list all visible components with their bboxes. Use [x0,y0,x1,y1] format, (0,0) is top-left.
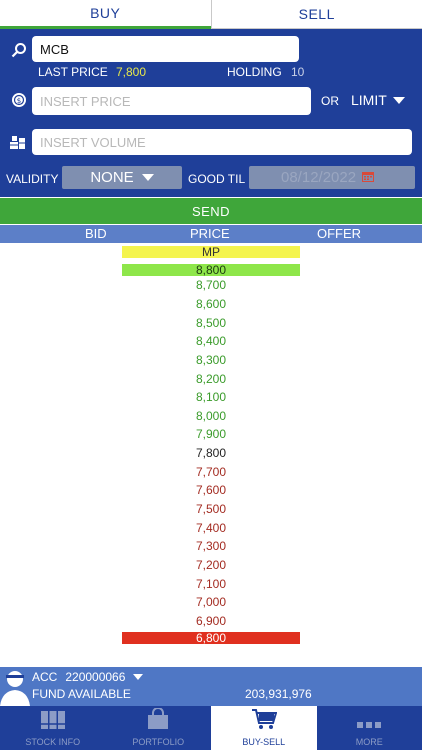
shopping-bag-icon [146,707,170,732]
price-level-row[interactable]: 6,800 [122,631,300,645]
offer-column-header: OFFER [317,226,362,241]
price-level-row[interactable]: 7,700 [122,462,300,481]
price-level-row[interactable]: 7,600 [122,481,300,500]
price-level-row[interactable]: 8,700 [122,276,300,295]
tab-sell[interactable]: SELL [210,0,422,29]
price-level-row[interactable]: 8,000 [122,406,300,425]
price-input[interactable]: INSERT PRICE [32,87,311,115]
price-level-row[interactable]: 7,800 [122,444,300,463]
symbol-input[interactable]: MCB [32,36,299,62]
price-column-header: PRICE [190,226,230,241]
or-label: OR [321,94,339,108]
order-type-dropdown[interactable]: LIMIT [351,92,405,108]
price-level-row[interactable]: 8,100 [122,388,300,407]
price-ladder: MP 8,800 8,700 8,600 8,500 8,400 8,300 8,200 8,… [122,245,300,645]
nav-buy-sell-label: BUY-SELL [242,737,286,747]
order-book-header: BID PRICE OFFER [0,225,422,243]
nav-stock-info-label: STOCK INFO [25,737,81,747]
price-level-row[interactable]: 7,100 [122,574,300,593]
volume-input[interactable]: INSERT VOLUME [32,129,412,155]
validity-value: NONE [90,169,134,186]
nav-portfolio[interactable]: PORTFOLIO [106,706,212,750]
calendar-icon [362,169,375,186]
price-level-row[interactable]: 8,800 [122,263,300,277]
validity-dropdown[interactable]: NONE [62,166,182,189]
price-level-row[interactable]: 7,400 [122,518,300,537]
chevron-down-icon [133,674,144,680]
price-level-row[interactable]: 7,900 [122,425,300,444]
price-level-row[interactable]: 8,300 [122,351,300,370]
price-level-row[interactable]: 8,400 [122,332,300,351]
coin-icon: $ [9,90,29,110]
price-level-row[interactable]: 8,500 [122,313,300,332]
account-selector[interactable]: ACC 220000066 [32,670,144,684]
nav-portfolio-label: PORTFOLIO [132,737,185,747]
more-dots-icon [356,720,382,732]
price-level-row[interactable]: 7,500 [122,500,300,519]
order-type-value: LIMIT [351,92,387,108]
nav-more[interactable]: MORE [317,706,422,750]
chevron-down-icon [392,96,405,104]
price-level-row[interactable]: 8,200 [122,369,300,388]
nav-stock-info[interactable]: STOCK INFO [0,706,106,750]
last-price-label: LAST PRICE [38,65,108,79]
fund-available-label: FUND AVAILABLE [32,687,131,701]
price-level-row[interactable]: 7,300 [122,537,300,556]
price-level-row[interactable]: 6,900 [122,612,300,631]
price-level-row[interactable]: 7,000 [122,593,300,612]
shopping-cart-icon [251,708,278,732]
coins-stack-icon [8,132,28,152]
order-side-tabs: BUY SELL [0,0,422,29]
svg-text:$: $ [17,97,21,105]
account-number: 220000066 [65,670,126,684]
good-til-date-field[interactable]: 08/12/2022 [249,166,415,189]
send-button[interactable]: SEND [0,198,422,224]
account-bar: ACC 220000066 FUND AVAILABLE 203,931,976 [0,667,422,706]
last-price-value: 7,800 [116,65,147,79]
price-level-row[interactable]: 8,600 [122,295,300,314]
good-til-label: GOOD TIL [188,172,246,186]
stock-info-icon [40,710,66,732]
holding-label: HOLDING [227,65,282,79]
account-label: ACC [32,670,58,684]
price-level-row[interactable]: 7,200 [122,556,300,575]
market-price-row[interactable]: MP [122,245,300,259]
good-til-value: 08/12/2022 [281,169,357,186]
tab-buy[interactable]: BUY [0,0,211,29]
validity-label: VALIDITY [6,172,59,186]
bid-column-header: BID [85,226,107,241]
chevron-down-icon [141,174,154,181]
nav-more-label: MORE [355,737,383,747]
user-avatar-icon[interactable] [0,667,30,706]
fund-available-value: 203,931,976 [245,687,312,701]
nav-buy-sell[interactable]: BUY-SELL [211,706,317,750]
order-form: MCB LAST PRICE 7,800 HOLDING 10 $ INSERT… [0,29,422,197]
bottom-nav: STOCK INFO PORTFOLIO BUY-SELL MORE [0,706,422,750]
search-icon[interactable] [9,40,29,60]
holding-value: 10 [291,65,305,79]
